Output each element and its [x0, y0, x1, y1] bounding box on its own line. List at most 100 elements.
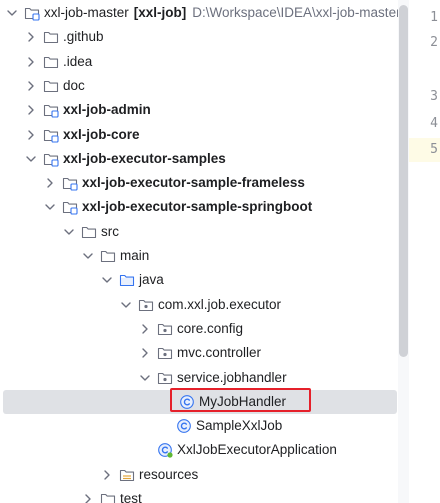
tree-node-label: resources: [139, 467, 198, 483]
tree-node-doc[interactable]: doc: [0, 74, 398, 98]
package-icon: [157, 321, 173, 337]
folder-icon: [43, 29, 59, 45]
module-folder-icon: [43, 151, 59, 167]
project-path: D:\Workspace\IDEA\xxl-job-master: [192, 5, 398, 20]
tree-node-test[interactable]: test: [0, 487, 398, 503]
tree-node-text: xxl-job-core: [63, 126, 140, 142]
tree-node-label: xxl-job-master [xxl-job] D:\Workspace\IDEA…: [44, 5, 398, 21]
tree-node-xxl-job-admin[interactable]: xxl-job-admin: [0, 98, 398, 122]
module-folder-icon: [24, 5, 40, 21]
tree-node-label: core.config: [177, 321, 243, 337]
chevron-down-icon[interactable]: [82, 250, 94, 262]
tree-node-mvc-controller[interactable]: mvc.controller: [0, 341, 398, 365]
tree-node-text: doc: [63, 77, 85, 93]
tree-node-text: test: [120, 491, 142, 503]
folder-icon: [100, 248, 116, 264]
line-number: 1: [430, 10, 438, 25]
resources-folder-icon: [119, 467, 135, 483]
tree-node-core-config[interactable]: core.config: [0, 317, 398, 341]
chevron-down-icon[interactable]: [25, 153, 37, 165]
tree-node-samplexxljob[interactable]: SampleXxlJob: [0, 414, 398, 438]
source-folder-icon: [119, 272, 135, 288]
module-folder-icon: [62, 199, 78, 215]
tree-node-label: doc: [63, 78, 85, 94]
tree-node-label: XxlJobExecutorApplication: [177, 442, 337, 458]
folder-icon: [100, 491, 116, 503]
tree-node-text: java: [139, 272, 164, 288]
folder-icon: [43, 78, 59, 94]
folder-icon: [43, 54, 59, 70]
line-number: 5: [430, 142, 438, 157]
tree-node-text: src: [101, 223, 119, 239]
line-number: 3: [430, 89, 438, 104]
chevron-right-icon[interactable]: [139, 347, 151, 359]
chevron-right-icon[interactable]: [25, 104, 37, 116]
tree-node-github[interactable]: .github: [0, 25, 398, 49]
tree-node-idea[interactable]: .idea: [0, 50, 398, 74]
tree-node-text: resources: [139, 466, 199, 482]
chevron-right-icon[interactable]: [82, 493, 94, 503]
tree-node-text: mvc.controller: [177, 345, 262, 361]
tree-scrollbar[interactable]: [398, 0, 409, 503]
tree-node-text: core.config: [177, 320, 244, 336]
tree-node-xxl-job-executor-samples[interactable]: xxl-job-executor-samples: [0, 147, 398, 171]
chevron-right-icon[interactable]: [25, 129, 37, 141]
chevron-right-icon[interactable]: [44, 177, 56, 189]
scrollbar-thumb[interactable]: [399, 5, 408, 357]
tree-node-java[interactable]: java: [0, 268, 398, 292]
tree-node-label: xxl-job-core: [63, 127, 140, 143]
tree-node-label: com.xxl.job.executor: [158, 297, 281, 313]
tree-node-text: xxl-job-master: [44, 5, 129, 20]
package-icon: [138, 297, 154, 313]
tree-node-service-jobhandler[interactable]: service.jobhandler: [0, 366, 398, 390]
package-icon: [157, 345, 173, 361]
tree-node-src[interactable]: src: [0, 220, 398, 244]
tree-node-label: .github: [63, 29, 104, 45]
tree-node-xxl-job-executor-sample-springboot[interactable]: xxl-job-executor-sample-springboot: [0, 195, 398, 219]
tree-node-text: xxl-job-executor-samples: [63, 150, 226, 166]
chevron-right-icon[interactable]: [25, 80, 37, 92]
module-folder-icon: [43, 102, 59, 118]
chevron-down-icon[interactable]: [44, 201, 56, 213]
tree-node-resources[interactable]: resources: [0, 463, 398, 487]
tree-node-label: xxl-job-admin: [63, 102, 151, 118]
chevron-down-icon[interactable]: [101, 274, 113, 286]
tree-node-label: main: [120, 248, 149, 264]
module-name: [xxl-job]: [133, 5, 187, 20]
project-tree[interactable]: xxl-job-master [xxl-job] D:\Workspace\IDEA…: [0, 0, 398, 503]
tree-node-xxljobexecutorapplication[interactable]: XxlJobExecutorApplication: [0, 438, 398, 462]
tree-node-label: mvc.controller: [177, 345, 261, 361]
tree-node-label: .idea: [63, 54, 92, 70]
tree-node-xxl-job-executor-sample-frameless[interactable]: xxl-job-executor-sample-frameless: [0, 171, 398, 195]
tree-node-label: SampleXxlJob: [196, 418, 282, 434]
chevron-down-icon[interactable]: [6, 7, 18, 19]
chevron-down-icon[interactable]: [139, 372, 151, 384]
chevron-right-icon[interactable]: [139, 323, 151, 335]
tree-node-text: com.xxl.job.executor: [158, 296, 282, 312]
tree-node-main[interactable]: main: [0, 244, 398, 268]
line-number: 2: [430, 35, 438, 50]
chevron-down-icon[interactable]: [63, 226, 75, 238]
tree-node-text: service.jobhandler: [177, 369, 287, 385]
chevron-right-icon[interactable]: [25, 56, 37, 68]
tree-node-text: xxl-job-executor-sample-springboot: [82, 199, 313, 215]
chevron-down-icon[interactable]: [120, 299, 132, 311]
tree-node-label: src: [101, 224, 119, 240]
annotation-highlight-box: [170, 388, 311, 412]
package-icon: [157, 370, 173, 386]
tree-node-com-xxl-job-executor[interactable]: com.xxl.job.executor: [0, 293, 398, 317]
spring-class-icon: [157, 442, 173, 458]
tree-node-text: SampleXxlJob: [196, 418, 283, 434]
tree-node-text: XxlJobExecutorApplication: [177, 442, 337, 458]
tree-node-xxl-job-core[interactable]: xxl-job-core: [0, 123, 398, 147]
tree-node-xxl-job-master[interactable]: xxl-job-master [xxl-job] D:\Workspace\IDEA…: [0, 1, 398, 25]
tree-node-label: java: [139, 272, 164, 288]
tree-node-label: service.jobhandler: [177, 370, 287, 386]
tree-node-text: xxl-job-executor-sample-frameless: [82, 175, 305, 191]
tree-node-label: xxl-job-executor-sample-springboot: [82, 199, 312, 215]
editor-gutter: 1 2 3 4 5: [409, 0, 440, 503]
chevron-right-icon[interactable]: [101, 469, 113, 481]
tree-node-label: xxl-job-executor-sample-frameless: [82, 175, 305, 191]
chevron-right-icon[interactable]: [25, 31, 37, 43]
tree-node-text: .github: [63, 29, 104, 45]
